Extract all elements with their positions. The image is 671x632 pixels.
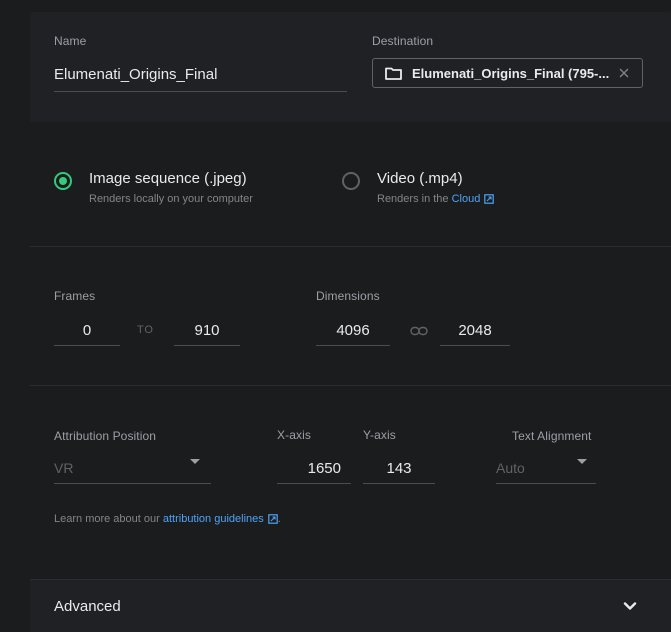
advanced-toggle[interactable]: Advanced [30,579,671,632]
option-subtitle-jpeg: Renders locally on your computer [89,193,253,205]
y-axis-label: Y-axis [363,428,396,442]
render-settings-panel: Name Elumenati_Origins_Final Destination… [0,0,671,632]
render-option-jpeg[interactable]: Image sequence (.jpeg) Renders locally o… [54,170,253,205]
external-link-icon[interactable] [484,194,495,204]
destination-label: Destination [372,34,434,48]
folder-icon [385,67,402,80]
caret-down-icon [577,459,587,464]
x-axis-label: X-axis [277,428,311,442]
frame-start-input[interactable]: 0 [54,316,120,346]
frames-to-label: TO [137,324,154,336]
close-icon[interactable] [616,65,632,81]
attribution-position-value: VR [54,460,74,476]
text-alignment-select[interactable]: Auto [496,454,596,484]
option-subtitle-prefix: Renders in the [377,193,449,205]
attribution-guidelines-link[interactable]: attribution guidelines [163,513,264,525]
chevron-down-icon[interactable] [623,601,637,611]
learn-suffix: . [277,513,281,525]
option-title-jpeg: Image sequence (.jpeg) [89,170,247,187]
x-axis-input[interactable]: 1650 [277,454,351,484]
divider [30,385,671,386]
dimension-height-input[interactable]: 2048 [440,316,510,346]
radio-mp4[interactable] [342,172,360,190]
external-link-icon[interactable] [267,514,278,524]
name-input[interactable]: Elumenati_Origins_Final [54,62,347,92]
frame-end-input[interactable]: 910 [174,316,240,346]
destination-chip[interactable]: Elumenati_Origins_Final (795-... [372,58,643,88]
output-section: Name Elumenati_Origins_Final Destination… [30,12,671,122]
y-axis-input[interactable]: 143 [363,454,435,484]
attribution-position-select[interactable]: VR [54,454,211,484]
destination-value: Elumenati_Origins_Final (795-... [412,65,610,81]
render-option-mp4[interactable]: Video (.mp4) Renders in the Cloud [342,170,495,205]
option-title-mp4: Video (.mp4) [377,170,463,187]
caret-down-icon [190,459,200,464]
attribution-learn-more: Learn more about our attribution guideli… [54,513,281,525]
advanced-label: Advanced [54,597,121,615]
link-icon[interactable] [410,326,428,336]
dimension-width-input[interactable]: 4096 [316,316,390,346]
text-alignment-value: Auto [496,460,525,476]
radio-jpeg[interactable] [54,172,72,190]
attribution-position-label: Attribution Position [54,429,157,443]
dimensions-label: Dimensions [316,289,380,303]
option-subtitle-mp4: Renders in the Cloud [377,193,495,205]
name-label: Name [54,34,87,48]
text-alignment-label: Text Alignment [512,429,592,443]
frames-label: Frames [54,289,96,303]
cloud-link[interactable]: Cloud [452,193,481,205]
divider [30,246,671,247]
learn-prefix: Learn more about our [54,513,160,525]
